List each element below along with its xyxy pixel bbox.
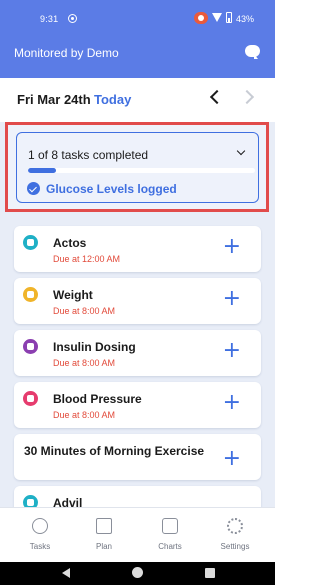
add-task-button[interactable]: + (223, 236, 241, 258)
progress-title: 1 of 8 tasks completed (28, 148, 149, 162)
task-card-insulin-dosing[interactable]: Insulin Dosing Due at 8:00 AM + (14, 330, 261, 376)
task-due-time: Due at 8:00 AM (53, 410, 116, 420)
nav-charts[interactable]: Charts (136, 508, 204, 563)
current-date: Fri Mar 24th (17, 92, 91, 107)
gear-icon (227, 518, 243, 534)
add-task-button[interactable]: + (223, 340, 241, 362)
task-name: Insulin Dosing (53, 340, 136, 354)
recent-apps-icon[interactable] (205, 568, 215, 578)
nav-settings[interactable]: Settings (201, 508, 269, 563)
progress-card[interactable]: 1 of 8 tasks completed Glucose Levels lo… (16, 132, 259, 203)
status-bar: 9:31 43% (0, 0, 275, 36)
add-task-button[interactable]: + (223, 288, 241, 310)
check-circle-icon (32, 518, 48, 534)
highlight-frame: 1 of 8 tasks completed Glucose Levels lo… (5, 122, 269, 212)
screen-record-icon (194, 12, 208, 24)
bottom-navigation: Tasks Plan Charts Settings (0, 507, 275, 562)
task-name: Weight (53, 288, 93, 302)
status-time: 9:31 (40, 14, 59, 24)
monitored-by-label: Monitored by Demo (14, 46, 119, 60)
add-task-button[interactable]: + (223, 392, 241, 414)
scale-icon (23, 287, 38, 302)
task-list-area[interactable]: 1 of 8 tasks completed Glucose Levels lo… (0, 122, 275, 507)
pill-icon (23, 235, 38, 250)
chevron-right-icon[interactable] (239, 89, 255, 105)
task-card-actos[interactable]: Actos Due at 12:00 AM + (14, 226, 261, 272)
nav-tasks[interactable]: Tasks (6, 508, 74, 563)
task-card-morning-exercise[interactable]: 30 Minutes of Morning Exercise + (14, 434, 261, 480)
chat-bubble-icon[interactable] (245, 45, 260, 59)
task-due-time: Due at 12:00 AM (53, 254, 121, 264)
progress-bar (28, 168, 255, 173)
back-icon[interactable] (62, 568, 70, 578)
nav-label: Settings (220, 542, 250, 551)
task-due-time: Due at 8:00 AM (53, 306, 116, 316)
today-button[interactable]: Today (94, 92, 131, 107)
task-name: Actos (53, 236, 87, 250)
progress-bar-fill (28, 168, 57, 173)
chevron-down-icon[interactable] (236, 146, 246, 156)
logged-task-label: Glucose Levels logged (46, 182, 177, 196)
task-name: Advil (53, 496, 83, 507)
task-name: 30 Minutes of Morning Exercise (24, 444, 205, 458)
nav-plan[interactable]: Plan (70, 508, 138, 563)
android-system-bar (0, 562, 275, 585)
notification-dot-icon (68, 14, 77, 23)
nav-label: Charts (158, 542, 182, 551)
nav-label: Tasks (29, 542, 51, 551)
add-task-button[interactable]: + (223, 448, 241, 470)
task-card-weight[interactable]: Weight Due at 8:00 AM + (14, 278, 261, 324)
task-card-blood-pressure[interactable]: Blood Pressure Due at 8:00 AM + (14, 382, 261, 428)
heart-icon (23, 391, 38, 406)
task-name: Blood Pressure (53, 392, 142, 406)
date-bar: Fri Mar 24th Today (0, 78, 275, 122)
bar-chart-icon (162, 518, 178, 534)
check-circle-icon (27, 182, 40, 195)
nav-label: Plan (95, 542, 112, 551)
battery-level: 43% (236, 14, 255, 24)
battery-icon (226, 12, 232, 23)
clipboard-icon (96, 518, 112, 534)
task-card-advil[interactable]: Advil (14, 486, 261, 507)
wifi-icon (212, 13, 222, 22)
task-due-time: Due at 8:00 AM (53, 358, 116, 368)
chevron-left-icon[interactable] (209, 89, 225, 105)
home-icon[interactable] (132, 567, 143, 578)
app-header: 9:31 43% Monitored by Demo (0, 0, 275, 78)
syringe-icon (23, 339, 38, 354)
pill-icon (23, 495, 38, 507)
